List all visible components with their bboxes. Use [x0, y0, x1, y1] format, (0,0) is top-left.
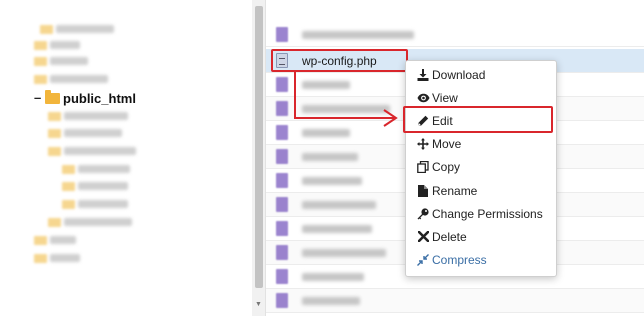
x-icon [416, 230, 430, 244]
tree-node[interactable] [34, 72, 108, 86]
file-icon [276, 77, 288, 92]
tree-node[interactable] [62, 197, 128, 211]
folder-icon [62, 199, 75, 209]
folder-icon [48, 146, 61, 156]
file-icon [276, 197, 288, 212]
eye-icon [416, 91, 430, 105]
menu-item-rename[interactable]: Rename [406, 179, 556, 202]
folder-icon [40, 24, 53, 34]
menu-item-edit[interactable]: Edit [406, 109, 556, 132]
tree-node[interactable] [48, 126, 122, 140]
collapse-toggle[interactable]: – [34, 89, 44, 107]
menu-item-label: Move [432, 137, 462, 152]
file-icon [276, 293, 288, 308]
file-icon [276, 125, 288, 140]
tree-node[interactable] [62, 179, 128, 193]
file-row[interactable] [266, 23, 644, 47]
folder-icon [34, 74, 47, 84]
folder-icon [34, 56, 47, 66]
menu-item-download[interactable]: Download [406, 63, 556, 86]
menu-item-label: Compress [432, 253, 487, 268]
tree-node[interactable] [34, 251, 80, 265]
menu-item-copy[interactable]: Copy [406, 156, 556, 179]
vertical-scrollbar[interactable]: ▼ [252, 0, 266, 316]
pencil-icon [416, 114, 430, 128]
file-icon [276, 53, 288, 68]
file-icon [276, 101, 288, 116]
menu-item-label: Rename [432, 183, 478, 198]
menu-item-change-permissions[interactable]: Change Permissions [406, 202, 556, 225]
tree-node[interactable] [34, 54, 88, 68]
folder-icon [62, 164, 75, 174]
menu-item-label: Download [432, 67, 486, 82]
folder-icon [48, 128, 61, 138]
move-icon [416, 137, 430, 151]
tree-node[interactable] [62, 162, 130, 176]
folder-icon [34, 235, 47, 245]
download-icon [416, 68, 430, 82]
file-icon [276, 27, 288, 42]
folder-name: public_html [63, 90, 136, 106]
menu-item-delete[interactable]: Delete [406, 225, 556, 248]
context-menu: Download View Edit Move Copy Rename Chan… [405, 60, 557, 277]
folder-icon [62, 181, 75, 191]
compress-icon [416, 253, 430, 267]
file-name: wp-config.php [302, 53, 377, 68]
key-icon [416, 207, 430, 221]
copy-icon [416, 160, 430, 174]
tree-node-public-html[interactable]: – public_html [34, 89, 136, 107]
folder-icon [34, 40, 47, 50]
file-icon [276, 221, 288, 236]
menu-item-move[interactable]: Move [406, 133, 556, 156]
menu-item-label: Edit [432, 113, 453, 128]
tree-node[interactable] [40, 22, 114, 36]
file-icon [276, 269, 288, 284]
menu-item-label: Delete [432, 229, 467, 244]
scroll-down-icon[interactable]: ▼ [255, 301, 262, 308]
menu-item-label: View [432, 90, 458, 105]
menu-item-label: Change Permissions [432, 206, 543, 221]
tree-node[interactable] [34, 233, 76, 247]
file-icon [276, 245, 288, 260]
file-icon [276, 149, 288, 164]
file-row[interactable] [266, 289, 644, 313]
scrollbar-thumb[interactable] [255, 6, 263, 288]
tree-node[interactable] [48, 109, 128, 123]
file-icon [276, 173, 288, 188]
tree-node[interactable] [48, 215, 132, 229]
folder-tree: – public_html [0, 0, 252, 316]
folder-open-icon [45, 89, 60, 104]
menu-item-label: Copy [432, 160, 461, 175]
tree-node[interactable] [34, 38, 80, 52]
folder-icon [34, 253, 47, 263]
menu-item-view[interactable]: View [406, 86, 556, 109]
file-icon [416, 184, 430, 198]
folder-icon [48, 217, 61, 227]
tree-node[interactable] [48, 144, 136, 158]
menu-item-compress[interactable]: Compress [406, 249, 556, 272]
folder-icon [48, 111, 61, 121]
